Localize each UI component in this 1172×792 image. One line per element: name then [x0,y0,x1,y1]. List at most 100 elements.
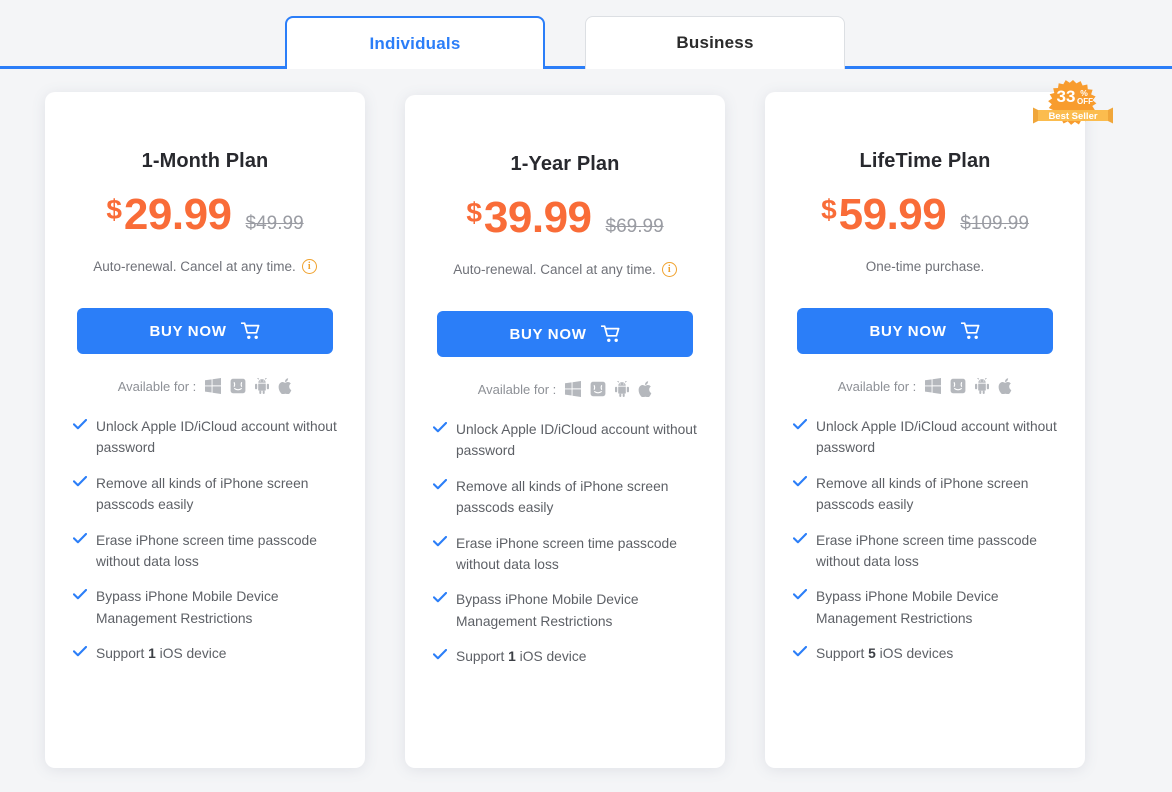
check-icon [793,646,807,657]
available-platforms: Available for : [405,381,725,397]
info-icon[interactable]: i [661,262,677,277]
check-icon [73,475,87,486]
windows-icon [565,381,582,397]
feature-text: Bypass iPhone Mobile Device Management R… [96,589,279,626]
check-icon [793,419,807,430]
available-platforms: Available for : [45,378,365,394]
apple-icon [638,381,652,397]
list-item: Bypass iPhone Mobile Device Management R… [73,586,341,629]
check-icon [73,532,87,543]
feature-text: Bypass iPhone Mobile Device Management R… [816,589,999,626]
available-label: Available for : [837,378,917,394]
price-current: 29.99 [123,190,232,239]
available-label: Available for : [117,378,197,394]
price-original: $49.99 [245,213,304,234]
feature-text: Unlock Apple ID/iCloud account without p… [456,422,697,459]
list-item: Remove all kinds of iPhone screen passco… [433,476,701,519]
platform-icon-list [565,381,652,397]
list-item: Erase iPhone screen time passcode withou… [793,530,1061,573]
tab-business-label: Business [676,33,754,52]
feature-text: Support 1 iOS device [96,646,227,661]
check-icon [793,589,807,600]
list-item: Erase iPhone screen time passcode withou… [433,533,701,576]
feature-text: Unlock Apple ID/iCloud account without p… [96,419,337,456]
price-current: 39.99 [483,193,592,242]
price-row: $ 29.99 $49.99 [45,193,365,237]
currency-symbol: $ [106,194,122,225]
feature-list: Unlock Apple ID/iCloud account without p… [765,416,1085,664]
feature-text: Erase iPhone screen time passcode withou… [456,535,677,572]
tab-individuals-label: Individuals [369,33,461,53]
apple-icon [998,378,1012,394]
windows-icon [205,378,222,394]
feature-text: Erase iPhone screen time passcode withou… [816,532,1037,569]
buy-now-button[interactable]: BUY NOW [797,308,1053,354]
platform-icon-list [205,378,292,394]
info-icon[interactable]: i [301,259,317,274]
cart-icon [600,325,620,342]
feature-text: Support 1 iOS device [456,649,587,664]
price-original: $69.99 [605,216,664,237]
check-icon [433,535,447,546]
android-icon [615,381,630,397]
check-icon [433,478,447,489]
pricing-card-1-year: 1-Year Plan $ 39.99 $69.99 Auto-renewal.… [405,95,725,768]
tab-individuals[interactable]: Individuals [285,16,545,69]
buy-now-label: BUY NOW [869,322,947,340]
check-icon [433,592,447,603]
apple-icon [278,378,292,394]
pricing-card-lifetime: LifeTime Plan $ 59.99 $109.99 One-time p… [765,92,1085,768]
plan-title: 1-Month Plan [141,150,269,172]
price-row: $ 59.99 $109.99 [765,193,1085,237]
tab-business[interactable]: Business [585,16,845,69]
list-item: Bypass iPhone Mobile Device Management R… [433,589,701,632]
renewal-note: Auto-renewal. Cancel at any time. i [405,262,725,277]
feature-text: Remove all kinds of iPhone screen passco… [816,475,1029,513]
renewal-note-text: Auto-renewal. Cancel at any time. [453,262,656,277]
list-item: Support 1 iOS device [433,646,701,667]
android-icon [255,378,270,394]
available-label: Available for : [477,381,557,397]
discount-badge: 33 % OFF Best Seller [1032,80,1114,138]
feature-text: Remove all kinds of iPhone screen passco… [96,475,309,513]
list-item: Unlock Apple ID/iCloud account without p… [793,416,1061,459]
buy-now-label: BUY NOW [149,322,227,340]
badge-starburst-icon: 33 % OFF Best Seller [1033,80,1113,125]
buy-now-button[interactable]: BUY NOW [437,311,693,357]
price-original: $109.99 [960,213,1029,234]
renewal-note-text: Auto-renewal. Cancel at any time. [93,259,296,274]
cart-icon [960,322,980,339]
windows-icon [925,378,942,394]
check-icon [433,649,447,660]
feature-text: Remove all kinds of iPhone screen passco… [456,478,669,516]
list-item: Support 1 iOS device [73,643,341,664]
mac-finder-icon [590,381,606,397]
check-icon [73,646,87,657]
list-item: Support 5 iOS devices [793,643,1061,664]
currency-symbol: $ [821,194,837,225]
android-icon [975,378,990,394]
list-item: Bypass iPhone Mobile Device Management R… [793,586,1061,629]
badge-percent-value: 33 [1057,87,1076,106]
mac-finder-icon [230,378,246,394]
price-row: $ 39.99 $69.99 [405,196,725,240]
renewal-note: One-time purchase. [765,259,1085,274]
list-item: Erase iPhone screen time passcode withou… [73,530,341,573]
feature-list: Unlock Apple ID/iCloud account without p… [405,419,725,667]
badge-ribbon-label: Best Seller [1048,111,1097,122]
plan-title: LifeTime Plan [859,150,991,172]
list-item: Remove all kinds of iPhone screen passco… [793,473,1061,516]
list-item: Unlock Apple ID/iCloud account without p… [73,416,341,459]
feature-text: Bypass iPhone Mobile Device Management R… [456,592,639,629]
check-icon [793,532,807,543]
buy-now-button[interactable]: BUY NOW [77,308,333,354]
feature-text: Unlock Apple ID/iCloud account without p… [816,419,1057,456]
list-item: Remove all kinds of iPhone screen passco… [73,473,341,516]
check-icon [73,589,87,600]
check-icon [793,475,807,486]
feature-text: Support 5 iOS devices [816,646,954,661]
check-icon [433,422,447,433]
buy-now-label: BUY NOW [509,325,587,343]
list-item: Unlock Apple ID/iCloud account without p… [433,419,701,462]
currency-symbol: $ [466,197,482,228]
